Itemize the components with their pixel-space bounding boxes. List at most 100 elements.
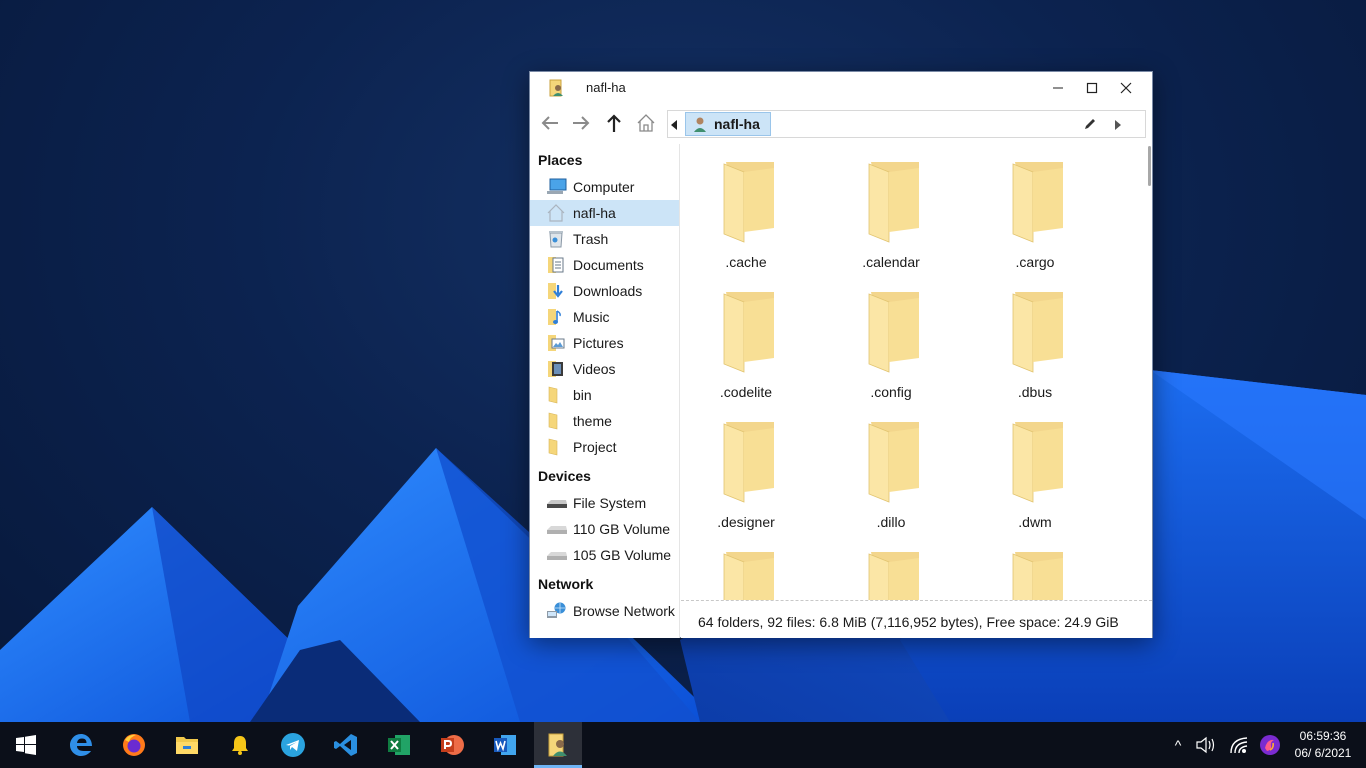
firefox-icon bbox=[123, 734, 145, 756]
sidebar-item-label: theme bbox=[573, 413, 612, 429]
path-scroll-left-button[interactable] bbox=[670, 118, 678, 136]
browser-tray-button[interactable] bbox=[1257, 722, 1283, 768]
file-item[interactable]: .designer bbox=[691, 404, 801, 530]
close-button[interactable] bbox=[1109, 72, 1143, 104]
user-avatar-icon bbox=[694, 117, 706, 132]
section-heading-devices: Devices bbox=[538, 468, 591, 484]
folder-icon bbox=[868, 422, 919, 503]
sidebar-item-bin[interactable]: bin bbox=[530, 382, 679, 408]
file-item[interactable] bbox=[836, 534, 946, 600]
up-button[interactable] bbox=[600, 110, 628, 136]
music-folder-icon bbox=[546, 308, 566, 326]
triangle-right-icon bbox=[1115, 120, 1121, 130]
file-item[interactable]: .codelite bbox=[691, 274, 801, 400]
sidebar-item-project[interactable]: Project bbox=[530, 434, 679, 460]
sidebar-item-computer[interactable]: Computer bbox=[530, 174, 679, 200]
sidebar-item-label: Pictures bbox=[573, 335, 624, 351]
scrollbar[interactable] bbox=[1148, 146, 1151, 186]
start-button[interactable] bbox=[2, 722, 50, 768]
file-name: .cache bbox=[725, 254, 767, 270]
sidebar-item-file-system[interactable]: File System bbox=[530, 490, 679, 516]
file-item[interactable] bbox=[980, 534, 1090, 600]
file-name: .dwm bbox=[1018, 514, 1052, 530]
sidebar-item-volume-110gb[interactable]: 110 GB Volume bbox=[530, 516, 679, 542]
file-item[interactable]: .config bbox=[836, 274, 946, 400]
status-bar: 64 folders, 92 files: 6.8 MiB (7,116,952… bbox=[681, 600, 1152, 638]
file-manager-icon bbox=[548, 733, 567, 757]
sidebar-item-label: Music bbox=[573, 309, 610, 325]
taskbar: ^ 06:59:36 06/ 6/2021 bbox=[0, 722, 1366, 768]
taskbar-powerpoint[interactable] bbox=[428, 722, 476, 768]
file-explorer-icon bbox=[176, 737, 198, 754]
file-item[interactable] bbox=[691, 534, 801, 600]
sidebar-item-downloads[interactable]: Downloads bbox=[530, 278, 679, 304]
clock[interactable]: 06:59:36 06/ 6/2021 bbox=[1282, 728, 1364, 762]
sidebar-item-pictures[interactable]: Pictures bbox=[530, 330, 679, 356]
telegram-icon bbox=[281, 733, 305, 757]
sidebar-item-volume-105gb[interactable]: 105 GB Volume bbox=[530, 542, 679, 568]
user-folder-icon bbox=[548, 79, 566, 97]
file-name: .dbus bbox=[1017, 384, 1053, 400]
file-name: .dillo bbox=[876, 514, 906, 530]
file-item[interactable]: .calendar bbox=[836, 144, 946, 270]
title-bar[interactable]: nafl-ha bbox=[530, 72, 1152, 104]
file-name: .config bbox=[870, 384, 912, 400]
sidebar-item-label: Browse Network bbox=[573, 603, 675, 619]
sidebar-item-label: Project bbox=[573, 439, 617, 455]
sidebar-item-theme[interactable]: theme bbox=[530, 408, 679, 434]
path-segment-home[interactable]: nafl-ha bbox=[685, 112, 771, 136]
forward-button[interactable] bbox=[567, 110, 595, 136]
arrow-up-icon bbox=[607, 114, 621, 132]
sidebar-item-label: Downloads bbox=[573, 283, 643, 299]
taskbar-excel[interactable] bbox=[375, 722, 423, 768]
drive-icon bbox=[546, 520, 567, 538]
file-item[interactable]: .dwm bbox=[980, 404, 1090, 530]
show-hidden-icons-button[interactable]: ^ bbox=[1168, 722, 1188, 768]
arrow-left-icon bbox=[541, 116, 558, 130]
taskbar-firefox[interactable] bbox=[110, 722, 158, 768]
sidebar-item-label: Videos bbox=[573, 361, 616, 377]
sidebar-item-home[interactable]: nafl-ha bbox=[530, 200, 679, 226]
network-status-button[interactable] bbox=[1226, 722, 1252, 768]
bell-icon bbox=[232, 736, 248, 755]
taskbar-file-manager[interactable] bbox=[534, 722, 582, 768]
sidebar-item-videos[interactable]: Videos bbox=[530, 356, 679, 382]
file-item[interactable]: .dbus bbox=[980, 274, 1090, 400]
window-title: nafl-ha bbox=[586, 80, 626, 95]
sidebar-item-label: bin bbox=[573, 387, 592, 403]
folder-icon bbox=[546, 386, 566, 404]
sidebar-item-trash[interactable]: Trash bbox=[530, 226, 679, 252]
sidebar-item-browse-network[interactable]: Browse Network bbox=[530, 598, 679, 624]
taskbar-vscode[interactable] bbox=[322, 722, 370, 768]
taskbar-telegram[interactable] bbox=[269, 722, 317, 768]
folder-icon bbox=[1012, 292, 1063, 373]
sidebar-item-music[interactable]: Music bbox=[530, 304, 679, 330]
minimize-button[interactable] bbox=[1041, 72, 1075, 104]
maximize-button[interactable] bbox=[1075, 72, 1109, 104]
edit-path-button[interactable] bbox=[1083, 117, 1097, 136]
trash-icon bbox=[546, 230, 566, 248]
back-button[interactable] bbox=[536, 110, 564, 136]
edge-icon bbox=[70, 734, 92, 756]
file-view[interactable]: .cache .calendar .cargo .codelite .config .db… bbox=[681, 144, 1152, 600]
taskbar-file-explorer[interactable] bbox=[163, 722, 211, 768]
volume-button[interactable] bbox=[1193, 722, 1219, 768]
sidebar-item-documents[interactable]: Documents bbox=[530, 252, 679, 278]
file-item[interactable]: .dillo bbox=[836, 404, 946, 530]
file-item[interactable]: .cargo bbox=[980, 144, 1090, 270]
wifi-icon bbox=[1230, 737, 1248, 754]
folder-icon bbox=[546, 412, 566, 430]
file-item[interactable]: .cache bbox=[691, 144, 801, 270]
pictures-folder-icon bbox=[546, 334, 566, 352]
home-button[interactable] bbox=[632, 110, 660, 136]
taskbar-notifications[interactable] bbox=[216, 722, 264, 768]
network-icon bbox=[546, 602, 566, 620]
close-icon bbox=[1120, 82, 1132, 94]
location-bar[interactable]: nafl-ha bbox=[667, 110, 1146, 138]
taskbar-edge[interactable] bbox=[57, 722, 105, 768]
taskbar-word[interactable] bbox=[481, 722, 529, 768]
section-heading-places: Places bbox=[538, 152, 583, 168]
folder-icon bbox=[868, 162, 919, 243]
speaker-icon bbox=[1196, 736, 1215, 754]
path-scroll-right-button[interactable] bbox=[1114, 118, 1122, 136]
